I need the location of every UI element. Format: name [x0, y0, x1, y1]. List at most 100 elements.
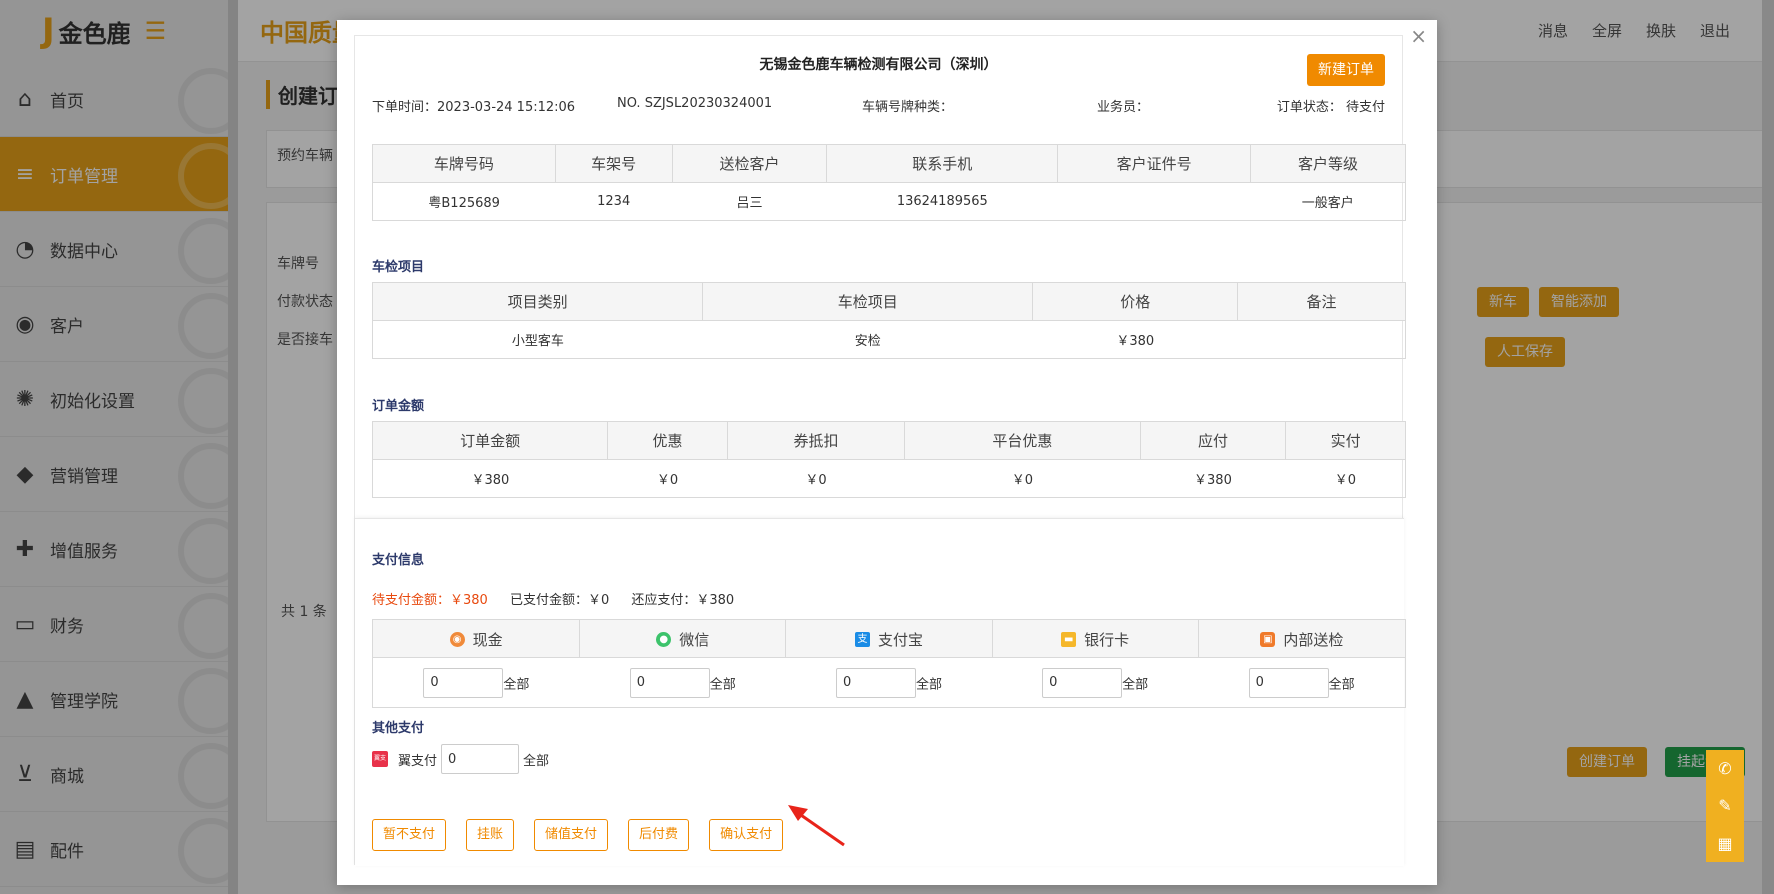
vehicle-table: 车牌号码 车架号 送检客户 联系手机 客户证件号 客户等级 粤B125689 1… [372, 144, 1406, 221]
confirm-payment-button[interactable]: 确认支付 [709, 819, 784, 851]
cash-icon: ◉ [449, 631, 465, 647]
payment-inputs-row: 全部 全部 全部 全部 全部 [371, 657, 1407, 708]
column-header: 券抵扣 [726, 421, 906, 460]
cell-payable: ￥380 [1140, 459, 1286, 498]
cell-customer-level: 一般客户 [1250, 182, 1406, 221]
other-pay-title: 其他支付 [372, 721, 425, 736]
pay-due-amount: 待支付金额：￥380 [372, 593, 488, 608]
method-label: 微信 [679, 630, 710, 649]
table-row: 小型客车 安检 ￥380 [371, 320, 1406, 359]
yipay-icon-text: 翼支付 [373, 755, 386, 778]
bank-card-all-link[interactable]: 全部 [1122, 677, 1148, 692]
internal-cell: 全部 [1198, 657, 1407, 708]
amount-section-title: 订单金额 [372, 399, 425, 414]
table-row: ￥380 ￥0 ￥0 ￥0 ￥380 ￥0 [371, 459, 1406, 498]
close-icon[interactable]: × [1410, 24, 1427, 48]
method-wechat-header: ● 微信 [579, 619, 787, 658]
method-label: 内部送检 [1283, 630, 1344, 649]
alipay-icon: 支 [854, 631, 870, 647]
cell-inspection-item: 安检 [702, 320, 1033, 359]
method-label: 支付宝 [877, 630, 923, 649]
bank-card-icon: ▬ [1061, 631, 1077, 647]
yipay-label: 翼支付 [398, 753, 438, 769]
cash-amount-input[interactable] [423, 667, 504, 698]
order-detail-panel: 无锡金色鹿车辆检测有限公司（深圳） 新建订单 下单时间：2023-03-24 1… [354, 35, 1407, 866]
bank-card-amount-input[interactable] [1042, 667, 1123, 698]
cell-platform-discount: ￥0 [904, 459, 1141, 498]
order-status: 订单状态： 待支付 [1276, 100, 1385, 115]
annotation-arrow-icon [788, 805, 845, 847]
table-row: 粤B125689 1234 吕三 13624189565 一般客户 [372, 182, 1406, 221]
edit-icon[interactable]: ✎ [1718, 796, 1731, 815]
wechat-icon: ● [656, 631, 672, 647]
defer-payment-button[interactable]: 暂不支付 [372, 819, 447, 851]
order-number: NO. SZJSL20230324001 [617, 96, 773, 111]
charge-account-button[interactable]: 挂账 [466, 819, 515, 851]
stored-value-pay-button[interactable]: 储值支付 [534, 819, 609, 851]
cell-customer: 吕三 [672, 182, 827, 221]
column-header: 实付 [1285, 421, 1406, 460]
column-header: 应付 [1139, 421, 1287, 460]
pay-info-title: 支付信息 [372, 553, 425, 568]
cell-category: 小型客车 [371, 320, 703, 359]
internal-amount-input[interactable] [1248, 667, 1329, 698]
column-header: 车架号 [554, 144, 673, 183]
internal-all-link[interactable]: 全部 [1329, 677, 1355, 692]
column-header: 优惠 [607, 421, 728, 460]
floating-toolbar: ✆ ✎ ▦ [1706, 750, 1744, 862]
car-icon: ▣ [1260, 631, 1276, 647]
column-header: 联系手机 [826, 144, 1059, 183]
column-header: 客户等级 [1250, 144, 1406, 183]
cell-vin: 1234 [555, 182, 673, 221]
cell-remark [1237, 320, 1406, 359]
yipay-all-link[interactable]: 全部 [523, 750, 549, 769]
inspection-section-title: 车检项目 [372, 260, 425, 275]
cell-price: ￥380 [1032, 320, 1238, 359]
column-header: 项目类别 [371, 282, 704, 321]
plate-type: 车辆号牌种类： [862, 100, 954, 115]
cell-paid: ￥0 [1285, 459, 1406, 498]
yipay-amount-input[interactable] [441, 744, 520, 774]
cell-discount: ￥0 [607, 459, 728, 498]
qrcode-icon[interactable]: ▦ [1717, 834, 1732, 853]
yipay-row: 翼支付 翼支付 全部 [372, 744, 549, 778]
inspection-table: 项目类别 车检项目 价格 备注 小型客车 安检 ￥380 [371, 282, 1406, 359]
salesman: 业务员： [1097, 100, 1150, 115]
cash-cell: 全部 [371, 657, 580, 708]
column-header: 车牌号码 [372, 144, 556, 183]
alipay-amount-input[interactable] [835, 667, 916, 698]
wechat-all-link[interactable]: 全部 [710, 677, 736, 692]
yipay-icon: 翼支付 [372, 751, 388, 778]
payment-panel: 支付信息 待支付金额：￥380 已支付金额：￥0 还应支付：￥380 ◉ 现金 ●… [355, 518, 1407, 866]
column-header: 平台优惠 [904, 421, 1141, 460]
method-cash-header: ◉ 现金 [371, 619, 581, 658]
still-due-amount: 还应支付：￥380 [631, 593, 735, 608]
paid-amount: 已支付金额：￥0 [509, 593, 610, 608]
cell-phone: 13624189565 [826, 182, 1058, 221]
pay-summary: 待支付金额：￥380 已支付金额：￥0 还应支付：￥380 [372, 589, 734, 608]
method-bank-card-header: ▬ 银行卡 [991, 619, 1199, 658]
wechat-amount-input[interactable] [629, 667, 710, 698]
method-label: 银行卡 [1084, 630, 1130, 649]
cash-all-link[interactable]: 全部 [503, 677, 529, 692]
alipay-cell: 全部 [785, 657, 993, 708]
order-time: 下单时间：2023-03-24 15:12:06 [372, 100, 576, 115]
amount-table: 订单金额 优惠 券抵扣 平台优惠 应付 实付 ￥380 ￥0 ￥0 ￥0 ￥38… [371, 421, 1406, 498]
column-header: 价格 [1032, 282, 1239, 321]
column-header: 客户证件号 [1057, 144, 1252, 183]
phone-icon[interactable]: ✆ [1718, 759, 1731, 778]
cell-id-number [1057, 182, 1251, 221]
cell-order-amount: ￥380 [371, 459, 608, 498]
postpaid-button[interactable]: 后付费 [628, 819, 690, 851]
order-payment-modal: × 无锡金色鹿车辆检测有限公司（深圳） 新建订单 下单时间：2023-03-24… [337, 20, 1437, 885]
order-meta: 下单时间：2023-03-24 15:12:06 NO. SZJSL202303… [372, 96, 1385, 116]
payment-actions: 暂不支付 挂账 储值支付 后付费 确认支付 [372, 819, 784, 851]
column-header: 送检客户 [671, 144, 828, 183]
column-header: 备注 [1237, 282, 1406, 321]
alipay-all-link[interactable]: 全部 [916, 677, 942, 692]
cell-coupon: ￥0 [727, 459, 905, 498]
bank-card-cell: 全部 [992, 657, 1199, 708]
wechat-cell: 全部 [579, 657, 786, 708]
new-order-button[interactable]: 新建订单 [1307, 54, 1385, 86]
method-alipay-header: 支支付宝 [785, 619, 993, 658]
